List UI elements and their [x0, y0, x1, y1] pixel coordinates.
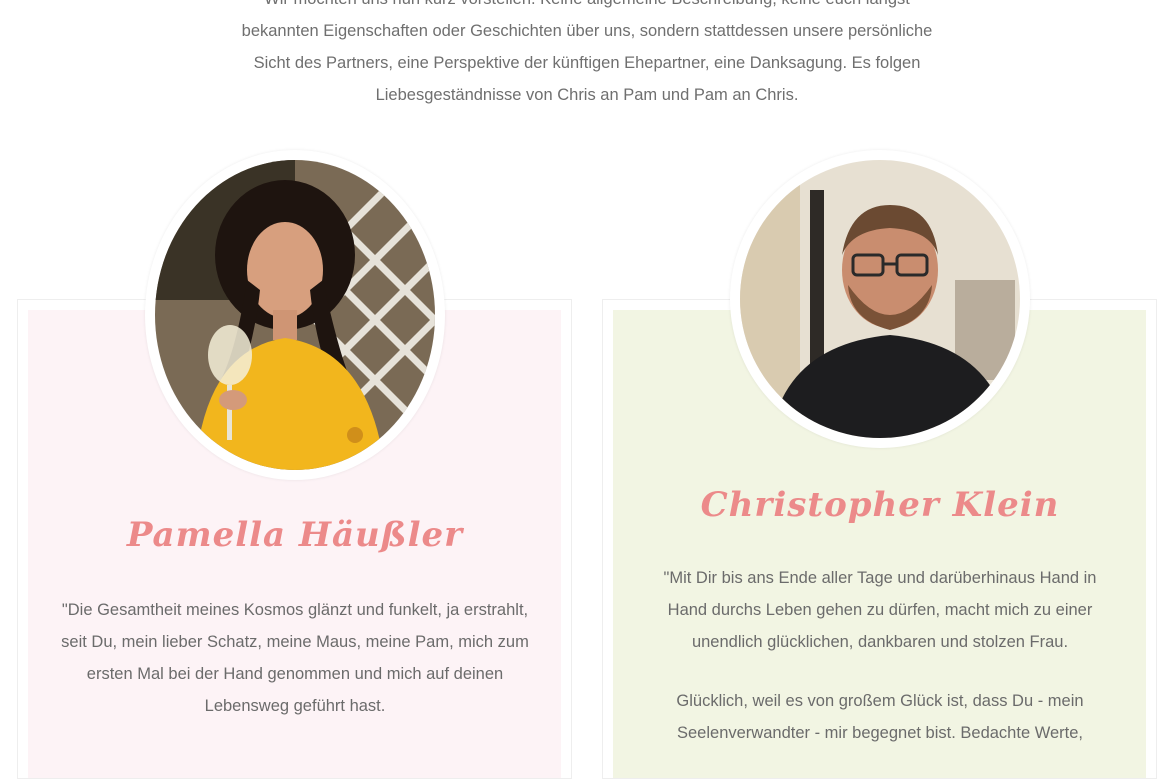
- portrait-christopher-illustration: [740, 160, 1020, 438]
- portrait-pamella-illustration: [155, 160, 435, 470]
- profile-quote-pamella: "Die Gesamtheit meines Kosmos glänzt und…: [61, 601, 529, 715]
- profile-name-christopher: Christopher Klein: [700, 485, 1060, 525]
- profile-name-pamella: Pamella Häußler: [126, 515, 464, 555]
- intro-paragraph: Wir möchten uns nun kurz vorstellen. Kei…: [241, 0, 933, 104]
- portrait-image: [155, 160, 435, 470]
- profile-quote-christopher-1: "Mit Dir bis ans Ende aller Tage und dar…: [663, 569, 1097, 651]
- portrait-pamella: [145, 150, 445, 480]
- portrait-christopher: [730, 150, 1030, 448]
- profile-quote-christopher-2: Glücklich, weil es von großem Glück ist,…: [676, 692, 1084, 742]
- portrait-image: [740, 160, 1020, 438]
